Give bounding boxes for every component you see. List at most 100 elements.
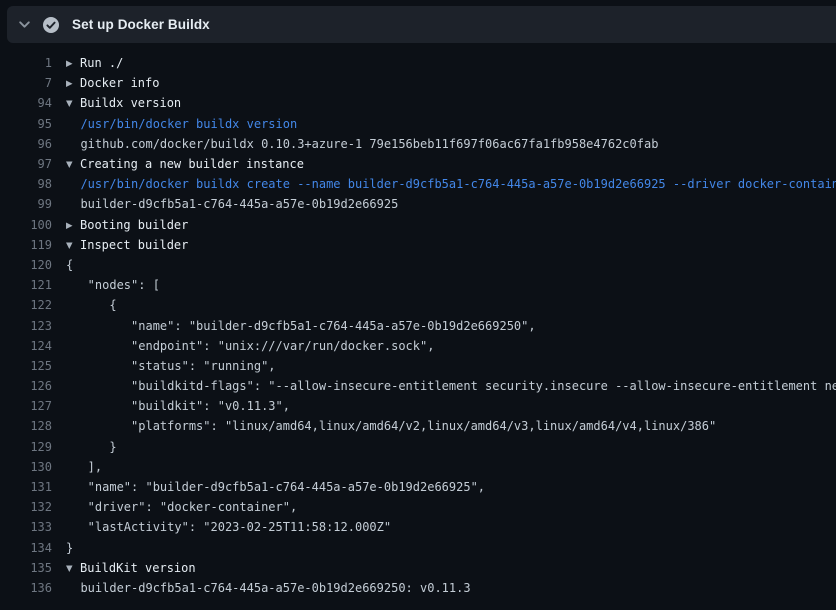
line-content: "endpoint": "unix:///var/run/docker.sock… xyxy=(66,339,434,353)
log-line: 1 ▶Run ./ xyxy=(0,53,836,73)
line-number[interactable]: 122 xyxy=(0,298,52,312)
step-title: Set up Docker Buildx xyxy=(72,17,210,32)
log-line: 135 ▼BuildKit version xyxy=(0,558,836,578)
line-number[interactable]: 1 xyxy=(0,56,52,70)
output-text: github.com/docker/buildx 0.10.3+azure-1 … xyxy=(66,137,658,151)
group-title[interactable]: Creating a new builder instance xyxy=(80,157,304,171)
line-content: "platforms": "linux/amd64,linux/amd64/v2… xyxy=(66,419,716,433)
line-number[interactable]: 96 xyxy=(0,137,52,151)
group-expanded-icon[interactable]: ▼ xyxy=(66,160,80,170)
line-number[interactable]: 123 xyxy=(0,319,52,333)
group-title[interactable]: Docker info xyxy=(80,76,159,90)
line-number[interactable]: 121 xyxy=(0,278,52,292)
line-number[interactable]: 128 xyxy=(0,419,52,433)
group-collapsed-icon[interactable]: ▶ xyxy=(66,59,80,69)
log-line: 127 "buildkit": "v0.11.3", xyxy=(0,396,836,416)
line-number[interactable]: 94 xyxy=(0,96,52,110)
log-line: 94 ▼Buildx version xyxy=(0,93,836,113)
group-title[interactable]: Run ./ xyxy=(80,56,123,70)
log-line: 134} xyxy=(0,538,836,558)
line-number[interactable]: 7 xyxy=(0,76,52,90)
output-text: "platforms": "linux/amd64,linux/amd64/v2… xyxy=(66,419,716,433)
line-number[interactable]: 99 xyxy=(0,197,52,211)
line-content: "nodes": [ xyxy=(66,278,160,292)
line-number[interactable]: 97 xyxy=(0,157,52,171)
line-number[interactable]: 136 xyxy=(0,581,52,595)
line-number[interactable]: 98 xyxy=(0,177,52,191)
line-content: builder-d9cfb5a1-c764-445a-a57e-0b19d2e6… xyxy=(66,197,398,211)
line-content: } xyxy=(66,440,117,454)
line-content: ▼BuildKit version xyxy=(66,561,196,575)
output-text: "nodes": [ xyxy=(66,278,160,292)
output-text: "driver": "docker-container", xyxy=(66,500,297,514)
line-content: ▼Buildx version xyxy=(66,96,181,110)
line-number[interactable]: 131 xyxy=(0,480,52,494)
line-content: "buildkitd-flags": "--allow-insecure-ent… xyxy=(66,379,836,393)
group-title[interactable]: Inspect builder xyxy=(80,238,188,252)
line-content: ▶Run ./ xyxy=(66,56,123,70)
log-line: 125 "status": "running", xyxy=(0,356,836,376)
chevron-down-icon[interactable] xyxy=(18,18,31,31)
log-line: 7 ▶Docker info xyxy=(0,73,836,93)
log-line: 126 "buildkitd-flags": "--allow-insecure… xyxy=(0,376,836,396)
output-text: { xyxy=(66,258,73,272)
log-line: 119 ▼Inspect builder xyxy=(0,235,836,255)
line-content: ▶Booting builder xyxy=(66,218,188,232)
command-text: /usr/bin/docker buildx version xyxy=(66,117,297,131)
line-content: "lastActivity": "2023-02-25T11:58:12.000… xyxy=(66,520,391,534)
group-title[interactable]: BuildKit version xyxy=(80,561,196,575)
line-number[interactable]: 134 xyxy=(0,541,52,555)
line-content: "name": "builder-d9cfb5a1-c764-445a-a57e… xyxy=(66,480,485,494)
line-number[interactable]: 120 xyxy=(0,258,52,272)
log-line: 128 "platforms": "linux/amd64,linux/amd6… xyxy=(0,416,836,436)
line-number[interactable]: 119 xyxy=(0,238,52,252)
output-text: { xyxy=(66,298,117,312)
line-content: "status": "running", xyxy=(66,359,276,373)
output-text: ], xyxy=(66,460,102,474)
step-header[interactable]: Set up Docker Buildx xyxy=(7,6,836,43)
log-line: 131 "name": "builder-d9cfb5a1-c764-445a-… xyxy=(0,477,836,497)
log-line: 95 /usr/bin/docker buildx version xyxy=(0,114,836,134)
group-collapsed-icon[interactable]: ▶ xyxy=(66,79,80,89)
output-text: "endpoint": "unix:///var/run/docker.sock… xyxy=(66,339,434,353)
group-expanded-icon[interactable]: ▼ xyxy=(66,241,80,251)
line-number[interactable]: 100 xyxy=(0,218,52,232)
output-text: "name": "builder-d9cfb5a1-c764-445a-a57e… xyxy=(66,319,536,333)
log-line: 121 "nodes": [ xyxy=(0,275,836,295)
line-number[interactable]: 130 xyxy=(0,460,52,474)
log-line: 136 builder-d9cfb5a1-c764-445a-a57e-0b19… xyxy=(0,578,836,598)
group-collapsed-icon[interactable]: ▶ xyxy=(66,221,80,231)
line-number[interactable]: 125 xyxy=(0,359,52,373)
line-number[interactable]: 133 xyxy=(0,520,52,534)
output-text: builder-d9cfb5a1-c764-445a-a57e-0b19d2e6… xyxy=(66,581,471,595)
line-number[interactable]: 135 xyxy=(0,561,52,575)
line-content: ▶Docker info xyxy=(66,76,159,90)
check-circle-icon xyxy=(43,17,59,33)
line-content: "driver": "docker-container", xyxy=(66,500,297,514)
output-text: "buildkitd-flags": "--allow-insecure-ent… xyxy=(66,379,836,393)
output-text: } xyxy=(66,440,117,454)
line-number[interactable]: 129 xyxy=(0,440,52,454)
line-content: "name": "builder-d9cfb5a1-c764-445a-a57e… xyxy=(66,319,536,333)
output-text: "name": "builder-d9cfb5a1-c764-445a-a57e… xyxy=(66,480,485,494)
log-line: 129 } xyxy=(0,437,836,457)
line-number[interactable]: 95 xyxy=(0,117,52,131)
log-line: 122 { xyxy=(0,295,836,315)
line-content: /usr/bin/docker buildx version xyxy=(66,117,297,131)
group-title[interactable]: Booting builder xyxy=(80,218,188,232)
group-title[interactable]: Buildx version xyxy=(80,96,181,110)
line-number[interactable]: 126 xyxy=(0,379,52,393)
group-expanded-icon[interactable]: ▼ xyxy=(66,564,80,574)
output-text: "lastActivity": "2023-02-25T11:58:12.000… xyxy=(66,520,391,534)
line-number[interactable]: 124 xyxy=(0,339,52,353)
log-line: 97 ▼Creating a new builder instance xyxy=(0,154,836,174)
log-line: 130 ], xyxy=(0,457,836,477)
command-text: /usr/bin/docker buildx create --name bui… xyxy=(66,177,836,191)
group-expanded-icon[interactable]: ▼ xyxy=(66,99,80,109)
output-text: } xyxy=(66,541,73,555)
line-number[interactable]: 127 xyxy=(0,399,52,413)
log-line: 132 "driver": "docker-container", xyxy=(0,497,836,517)
log-line: 120 { xyxy=(0,255,836,275)
output-text: "buildkit": "v0.11.3", xyxy=(66,399,290,413)
line-number[interactable]: 132 xyxy=(0,500,52,514)
